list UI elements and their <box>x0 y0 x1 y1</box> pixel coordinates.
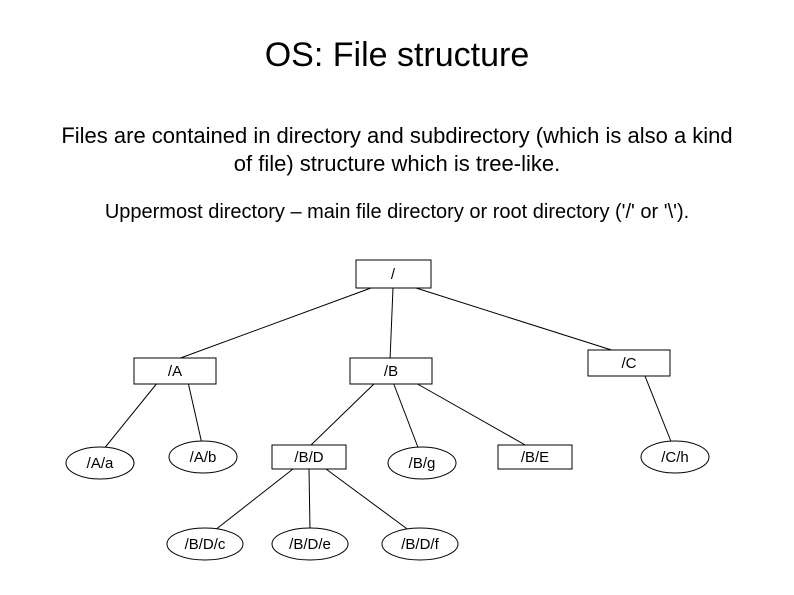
node-bdf-label: /B/D/f <box>401 536 439 553</box>
node-bg-label: /B/g <box>409 455 436 472</box>
node-ch-label: /C/h <box>661 449 689 466</box>
node-a-b-label: /A/b <box>190 449 217 466</box>
node-bd-label: /B/D <box>294 449 323 466</box>
page-title: OS: File structure <box>0 36 794 75</box>
node-be-label: /B/E <box>521 449 549 466</box>
root-directory-paragraph: Uppermost directory – main file director… <box>60 200 734 225</box>
file-tree-diagram: / /A /B /C /A/a /A/b /B/D /B/g /B/E /C/h… <box>0 250 794 590</box>
description-paragraph: Files are contained in directory and sub… <box>60 122 734 177</box>
node-a-a-label: /A/a <box>87 455 114 472</box>
node-a-label: /A <box>168 363 182 380</box>
node-b-label: /B <box>384 363 398 380</box>
node-bde-label: /B/D/e <box>289 536 331 553</box>
node-c-label: /C <box>622 355 637 372</box>
node-bdc-label: /B/D/c <box>185 536 226 553</box>
